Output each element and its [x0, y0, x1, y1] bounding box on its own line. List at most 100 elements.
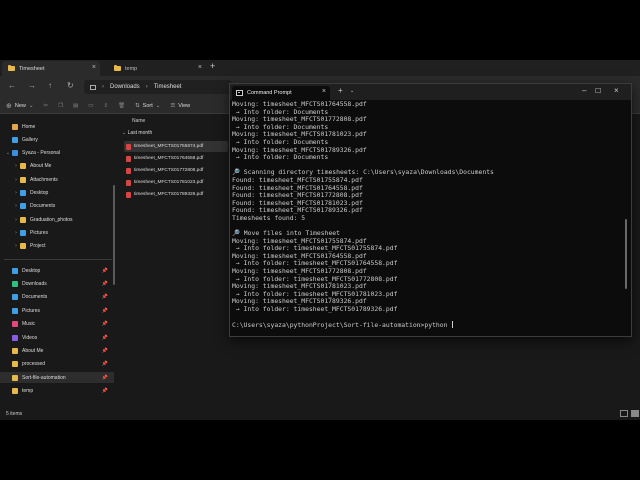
tab-timesheet[interactable]: Timesheet × [2, 61, 100, 76]
chevron-right-icon[interactable]: › [12, 177, 20, 183]
breadcrumb-downloads[interactable]: Downloads [110, 84, 140, 90]
terminal-scrollbar[interactable] [625, 219, 627, 289]
sidebar-item[interactable]: Home [0, 121, 114, 132]
sort-button[interactable]: ⇅ Sort ⌄ [135, 103, 160, 109]
sidebar-item[interactable]: › Graduation_photos [0, 214, 114, 225]
sidebar-item[interactable]: › Documents [0, 201, 114, 212]
minimize-icon[interactable]: – [582, 86, 586, 95]
column-header-name[interactable]: Name [132, 118, 145, 124]
up-arrow-icon[interactable]: ↑ [48, 81, 52, 90]
tab-temp[interactable]: temp × [108, 61, 206, 76]
new-tab-icon[interactable]: + [210, 61, 215, 71]
item-count: 5 items [6, 410, 23, 417]
sidebar-item[interactable]: ⌄ Syaza - Personal [0, 148, 114, 159]
address-bar[interactable]: › Downloads › Timesheet [84, 80, 232, 94]
view-button[interactable]: ☰ View [170, 103, 190, 109]
quick-access-item[interactable]: About Me 📌 [0, 345, 114, 356]
desktop-icon [12, 267, 18, 274]
pin-icon[interactable]: 📌 [102, 375, 108, 381]
pin-icon[interactable]: 📌 [102, 281, 108, 287]
sidebar-item-label: temp [22, 388, 34, 395]
file-row[interactable]: timesheet_MFCTS01772808.pdf [124, 165, 228, 176]
pin-icon[interactable]: 📌 [102, 388, 108, 394]
sidebar-item-label: About Me [22, 347, 44, 354]
rename-button[interactable]: ▭ [88, 103, 93, 109]
chevron-down-icon: ⌄ [122, 130, 127, 136]
pin-icon[interactable]: 📌 [102, 268, 108, 274]
folder-icon [12, 388, 18, 395]
chevron-right-icon[interactable]: › [12, 230, 20, 236]
delete-button[interactable]: 🗑 [118, 103, 125, 109]
chevron-right-icon[interactable]: › [12, 163, 20, 169]
monitor-icon [90, 84, 96, 90]
terminal-prompt-line[interactable]: C:\Users\syaza\pythonProject\Sort-file-a… [232, 321, 617, 330]
tab-label: temp [125, 65, 138, 72]
chevron-down-icon[interactable]: ⌄ [4, 150, 12, 156]
file-row[interactable]: timesheet_MFCTS01755874.pdf [124, 141, 228, 152]
close-icon[interactable]: × [322, 88, 326, 95]
quick-access-item[interactable]: temp 📌 [0, 386, 114, 397]
chevron-down-icon: ⌄ [155, 102, 161, 109]
new-button[interactable]: ⊕ New ⌄ [6, 102, 34, 110]
sidebar-item-label: Pictures [30, 229, 49, 236]
pin-icon[interactable]: 📌 [102, 348, 108, 354]
file-row[interactable]: timesheet_MFCTS01764558.pdf [124, 153, 228, 164]
sidebar-item-label: Pictures [22, 307, 41, 314]
cut-button[interactable]: ✂ [44, 103, 49, 109]
chevron-down-icon: ⌄ [28, 102, 34, 109]
sidebar-item[interactable]: › Attachments [0, 174, 114, 185]
quick-access-item[interactable]: processed 📌 [0, 359, 114, 370]
group-header[interactable]: ⌄ Last month [122, 130, 152, 136]
chevron-right-icon[interactable]: › [12, 203, 20, 209]
terminal-line: → Into folder: timesheet_MFCTS01789326.p… [232, 305, 398, 314]
folder-icon [12, 347, 18, 354]
paste-button[interactable]: ▤ [73, 103, 78, 109]
chevron-right-icon[interactable]: › [12, 217, 20, 223]
share-button[interactable]: ⇪ [103, 103, 108, 109]
terminal-tab[interactable]: Command Prompt × [232, 86, 330, 100]
chevron-right-icon[interactable]: › [12, 243, 20, 249]
close-window-icon[interactable]: × [614, 86, 619, 95]
pin-icon[interactable]: 📌 [102, 308, 108, 314]
close-icon[interactable]: × [92, 64, 96, 71]
new-tab-icon[interactable]: + [338, 86, 343, 95]
terminal-output[interactable]: Moving: timesheet_MFCTS01764558.pdf → In… [232, 101, 617, 335]
tiles-view-icon[interactable] [631, 410, 639, 417]
details-view-icon[interactable] [620, 410, 628, 417]
maximize-icon[interactable]: ☐ [595, 87, 601, 95]
close-icon[interactable]: × [198, 64, 202, 71]
quick-access-item[interactable]: Desktop 📌 [0, 265, 114, 276]
rename-icon: ▭ [88, 102, 94, 109]
folder-icon [20, 176, 26, 183]
sidebar-item-label: Desktop [30, 190, 49, 196]
chevron-down-icon[interactable]: ⌄ [350, 88, 354, 94]
sidebar-item-label: Home [22, 123, 36, 130]
pin-icon[interactable]: 📌 [102, 321, 108, 327]
chevron-right-icon[interactable]: › [12, 190, 20, 196]
forward-arrow-icon[interactable]: → [28, 81, 36, 90]
quick-access-item[interactable]: Pictures 📌 [0, 305, 114, 316]
sidebar-scrollbar[interactable] [113, 185, 115, 285]
sidebar-item[interactable]: Gallery [0, 134, 114, 145]
quick-access-item[interactable]: Videos 📌 [0, 332, 114, 343]
sidebar-divider [4, 259, 112, 260]
sidebar-item-label: Syaza - Personal [22, 150, 61, 157]
breadcrumb-timesheet[interactable]: Timesheet [154, 84, 182, 90]
quick-access-item[interactable]: Documents 📌 [0, 292, 114, 303]
sidebar-item[interactable]: › Project [0, 241, 114, 252]
quick-access-item[interactable]: Sort-file-automation 📌 [0, 372, 114, 384]
pin-icon[interactable]: 📌 [102, 294, 108, 300]
sidebar-item[interactable]: › About Me [0, 161, 114, 172]
file-row[interactable]: timesheet_MFCTS01789326.pdf [124, 189, 228, 200]
pin-icon[interactable]: 📌 [102, 335, 108, 341]
plus-circle-icon: ⊕ [6, 102, 12, 110]
quick-access-item[interactable]: Downloads 📌 [0, 278, 114, 289]
back-arrow-icon[interactable]: ← [8, 81, 16, 90]
refresh-icon[interactable]: ↻ [67, 81, 74, 90]
file-row[interactable]: timesheet_MFCTS01781023.pdf [124, 177, 228, 188]
copy-button[interactable]: ❐ [58, 103, 63, 109]
pin-icon[interactable]: 📌 [102, 361, 108, 367]
sidebar-item[interactable]: › Pictures [0, 227, 114, 238]
sidebar-item[interactable]: › Desktop [0, 188, 114, 199]
quick-access-item[interactable]: Music 📌 [0, 319, 114, 330]
